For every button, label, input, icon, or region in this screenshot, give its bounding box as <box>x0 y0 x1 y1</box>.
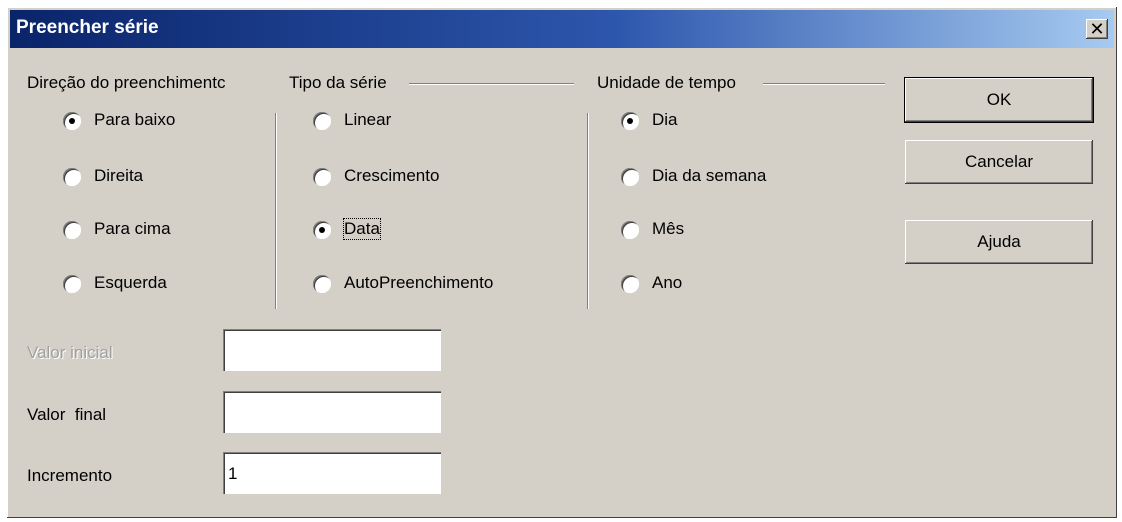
end-value-label: Valor final <box>27 405 107 424</box>
start-value-input[interactable] <box>223 329 441 371</box>
radio-checked-icon <box>621 112 639 130</box>
dialog-title: Preencher série <box>16 17 159 38</box>
radio-label: Para baixo <box>94 110 176 129</box>
radio-unchecked-icon <box>621 168 639 186</box>
series-type-group-title: Tipo da série <box>289 73 391 93</box>
radio-label: Esquerda <box>94 273 167 292</box>
group-separator <box>587 113 589 309</box>
group-separator-line <box>409 83 574 85</box>
radio-label: AutoPreenchimento <box>344 273 494 292</box>
direction-group-title: Direção do preenchimentc <box>27 73 230 93</box>
radio-label: Dia da semana <box>652 166 767 185</box>
fill-series-dialog: Preencher série ✕ Direção do preenchimen… <box>7 7 1117 518</box>
radio-label: Linear <box>344 110 392 129</box>
radio-unchecked-icon <box>313 168 331 186</box>
radio-unchecked-icon <box>621 221 639 239</box>
radio-checked-icon <box>313 221 331 239</box>
radio-unchecked-icon <box>63 168 81 186</box>
radio-label: Dia <box>652 110 678 129</box>
radio-checked-icon <box>63 112 81 130</box>
radio-unchecked-icon <box>313 112 331 130</box>
radio-label: Ano <box>652 273 683 292</box>
radio-unchecked-icon <box>63 221 81 239</box>
close-icon: ✕ <box>1089 19 1105 39</box>
radio-unchecked-icon <box>63 275 81 293</box>
cancel-button[interactable]: Cancelar <box>905 140 1093 184</box>
time-unit-group-title: Unidade de tempo <box>597 73 740 93</box>
group-separator-line <box>763 83 885 85</box>
radio-unchecked-icon <box>621 275 639 293</box>
radio-label: Data <box>343 218 381 240</box>
radio-unchecked-icon <box>313 275 331 293</box>
radio-label: Direita <box>94 166 144 185</box>
increment-label: Incremento <box>27 466 113 485</box>
radio-label: Mês <box>652 219 685 238</box>
ok-button[interactable]: OK <box>904 77 1094 123</box>
title-bar: Preencher série ✕ <box>10 10 1114 48</box>
help-button[interactable]: Ajuda <box>905 220 1093 264</box>
group-separator <box>275 113 277 309</box>
increment-input[interactable]: 1 <box>223 452 441 494</box>
radio-label: Crescimento <box>344 166 440 185</box>
end-value-input[interactable] <box>223 391 441 433</box>
close-button[interactable]: ✕ <box>1086 19 1108 39</box>
start-value-label: Valor inicial <box>27 343 113 362</box>
radio-label: Para cima <box>94 219 171 238</box>
